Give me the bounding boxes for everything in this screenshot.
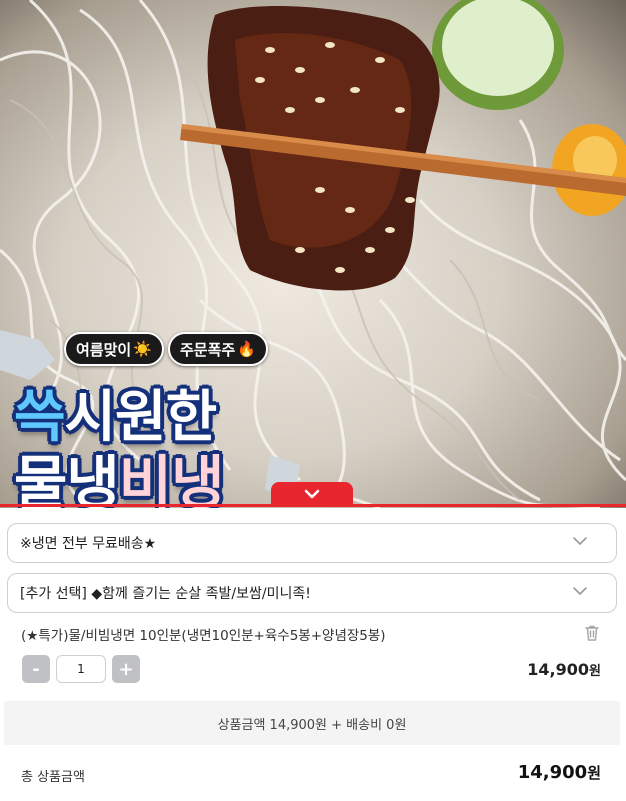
trash-icon[interactable] <box>583 624 601 646</box>
item-price-currency: 원 <box>589 664 601 679</box>
quantity-increase-button[interactable]: + <box>112 655 140 683</box>
summer-badge: 여름맞이 ☀️ <box>64 332 164 366</box>
chevron-down-icon <box>573 587 587 595</box>
headline-line-2: 물냉비냉 <box>14 436 225 508</box>
shipping-option-select[interactable]: ※냉면 전부 무료배송★ <box>7 523 617 563</box>
expand-image-button[interactable] <box>271 482 353 506</box>
sun-icon: ☀️ <box>133 340 152 358</box>
total-price-label: 총 상품금액 <box>21 770 85 785</box>
quantity-input[interactable]: 1 <box>56 655 106 683</box>
item-price: 14,900원 <box>527 660 601 679</box>
hero-divider <box>0 504 626 507</box>
additional-option-label: [추가 선택] ◆함께 즐기는 순살 족발/보쌈/미니족! <box>20 586 311 602</box>
additional-option-select[interactable]: [추가 선택] ◆함께 즐기는 순살 족발/보쌈/미니족! <box>7 573 617 613</box>
headline-text-2b: 비냉 <box>118 449 225 508</box>
hot-order-badge: 주문폭주 🔥 <box>168 332 268 366</box>
chevron-down-icon <box>573 537 587 545</box>
total-price: 14,900원 <box>518 762 601 783</box>
total-price-value: 14,900 <box>517 762 588 783</box>
summer-badge-text: 여름맞이 <box>76 340 132 359</box>
item-price-value: 14,900 <box>527 660 590 679</box>
product-hero-image: 여름맞이 ☀️ 주문폭주 🔥 쓱시원한 물냉비냉 <box>0 0 626 508</box>
fire-icon: 🔥 <box>237 340 256 358</box>
quantity-stepper: - 1 + <box>22 655 140 683</box>
chevron-down-icon <box>304 489 320 499</box>
quantity-decrease-button[interactable]: - <box>22 655 50 683</box>
shipping-option-label: ※냉면 전부 무료배송★ <box>20 536 157 552</box>
price-summary-text: 상품금액 14,900원 + 배송비 0원 <box>217 717 407 733</box>
hot-order-badge-text: 주문폭주 <box>180 340 236 359</box>
total-price-currency: 원 <box>587 764 601 782</box>
headline-text-2a: 물냉 <box>14 449 120 508</box>
price-summary-bar: 상품금액 14,900원 + 배송비 0원 <box>4 701 620 745</box>
selected-item-title: (★특가)물/비빔냉면 10인분(냉면10인분+육수5봉+양념장5봉) <box>21 628 386 644</box>
